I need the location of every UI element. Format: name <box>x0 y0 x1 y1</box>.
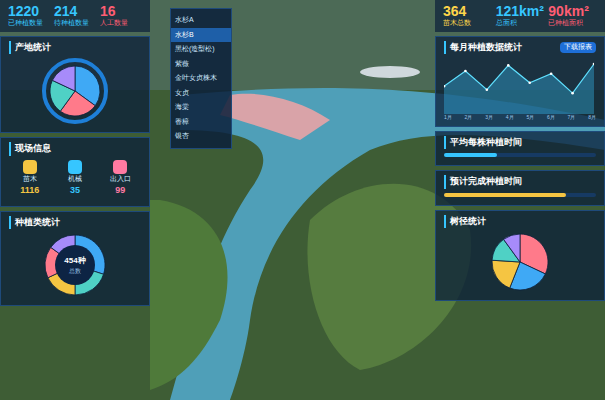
site-info-item: 苗木1116 <box>9 160 50 198</box>
species-panel: 种植类统计454种总数 <box>0 211 150 307</box>
dropdown-item[interactable]: 金叶女贞株木 <box>171 71 231 86</box>
diameter-pie-chart <box>490 232 550 292</box>
dashboard: 1220已种植数量214待种植数量16人工数量产地统计现场信息苗木1116机械3… <box>0 0 605 400</box>
dropdown-item[interactable]: 海棠 <box>171 100 231 115</box>
site-icon <box>23 160 37 174</box>
stat-card: 364苗木总数 <box>443 4 492 28</box>
origin-pie-chart <box>48 64 102 118</box>
pie-slice <box>492 261 520 289</box>
stat-card: 214待种植数量 <box>54 4 96 28</box>
origin-panel: 产地统计 <box>0 36 150 134</box>
site-icon <box>113 160 127 174</box>
species-donut-chart <box>43 233 107 297</box>
dropdown-item[interactable]: 银杏 <box>171 129 231 144</box>
site-info-item: 机械35 <box>54 160 95 198</box>
stat-card: 16人工数量 <box>100 4 142 28</box>
chart-point <box>507 64 510 67</box>
pie-slice <box>52 66 75 91</box>
chart-point <box>444 85 445 88</box>
panel-title: 平均每株种植时间 <box>444 136 522 150</box>
right-stats: 364苗木总数121km²总面积90km²已种植面积 <box>435 0 605 32</box>
dropdown-item[interactable]: 黑松(造型松) <box>171 42 231 57</box>
left-column: 1220已种植数量214待种植数量16人工数量产地统计现场信息苗木1116机械3… <box>0 0 150 400</box>
monthly-panel: 每月种植数据统计下载报表1月2月3月4月5月6月7月8月 <box>435 36 605 127</box>
dropdown-item[interactable]: 女贞 <box>171 86 231 101</box>
chart-point <box>593 63 594 66</box>
panel-title: 树径统计 <box>444 215 486 229</box>
stat-card: 121km²总面积 <box>496 4 545 28</box>
avg-progress <box>444 153 596 157</box>
chart-point <box>528 82 531 85</box>
monthly-area-chart <box>444 58 594 114</box>
site-info-panel: 现场信息苗木1116机械35出入口99 <box>0 137 150 207</box>
avg-time-panel: 平均每株种植时间 <box>435 131 605 167</box>
stat-card: 1220已种植数量 <box>8 4 50 28</box>
stat-card: 90km²已种植面积 <box>548 4 597 28</box>
panel-title: 种植类统计 <box>9 216 60 230</box>
site-icon <box>68 160 82 174</box>
chart-point <box>571 92 574 95</box>
right-column: 364苗木总数121km²总面积90km²已种植面积每月种植数据统计下载报表1月… <box>435 0 605 400</box>
expected-time-panel: 预计完成种植时间 <box>435 170 605 206</box>
pie-slice <box>504 234 520 262</box>
chart-point <box>486 89 489 92</box>
panel-title: 每月种植数据统计 <box>444 41 522 55</box>
panel-title: 现场信息 <box>9 142 51 156</box>
expected-progress <box>444 193 596 197</box>
chart-point <box>550 73 553 76</box>
dropdown-item[interactable]: 香樟 <box>171 115 231 130</box>
species-dropdown[interactable]: 水杉A水杉B黑松(造型松)紫薇金叶女贞株木女贞海棠香樟银杏 <box>170 8 232 149</box>
dropdown-item[interactable]: 紫薇 <box>171 57 231 72</box>
download-button[interactable]: 下载报表 <box>560 42 596 53</box>
site-info-item: 出入口99 <box>100 160 141 198</box>
dropdown-item[interactable]: 水杉A <box>171 13 231 28</box>
chart-point <box>464 70 467 73</box>
panel-title: 预计完成种植时间 <box>444 175 522 189</box>
diameter-panel: 树径统计 <box>435 210 605 302</box>
dropdown-item[interactable]: 水杉B <box>171 28 231 43</box>
left-stats: 1220已种植数量214待种植数量16人工数量 <box>0 0 150 32</box>
panel-title: 产地统计 <box>9 41 51 55</box>
